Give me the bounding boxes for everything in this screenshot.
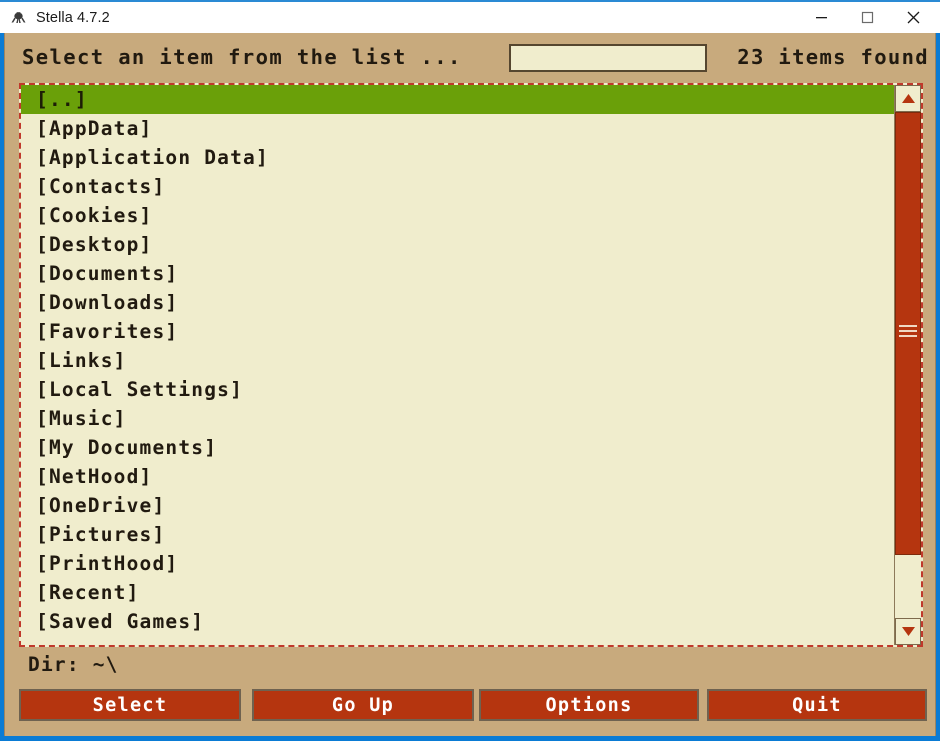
- list-item[interactable]: [Cookies]: [21, 201, 898, 230]
- triangle-down-icon[interactable]: [895, 618, 921, 645]
- file-list[interactable]: [..] [AppData] [Application Data] [Contacts…: [19, 83, 923, 647]
- window-title: Stella 4.7.2: [36, 9, 110, 26]
- minimize-icon[interactable]: [798, 2, 844, 33]
- list-item[interactable]: [PrintHood]: [21, 549, 898, 578]
- list-item-label: [Links]: [36, 349, 127, 372]
- list-item[interactable]: [AppData]: [21, 114, 898, 143]
- list-item-label: [Cookies]: [36, 204, 153, 227]
- list-item-label: [Saved Games]: [36, 610, 205, 633]
- list-item-label: [Recent]: [36, 581, 140, 604]
- list-item[interactable]: [Pictures]: [21, 520, 898, 549]
- list-item-label: [OneDrive]: [36, 494, 166, 517]
- list-item-label: [Music]: [36, 407, 127, 430]
- list-item-label: [Documents]: [36, 262, 179, 285]
- list-item[interactable]: [..]: [21, 85, 898, 114]
- list-item-label: [Contacts]: [36, 175, 166, 198]
- list-item[interactable]: [Application Data]: [21, 143, 898, 172]
- list-item[interactable]: [Downloads]: [21, 288, 898, 317]
- close-icon[interactable]: [890, 2, 936, 33]
- maximize-icon[interactable]: [844, 2, 890, 33]
- list-item[interactable]: [Music]: [21, 404, 898, 433]
- scrollbar-thumb[interactable]: [895, 112, 921, 555]
- list-item-label: [Pictures]: [36, 523, 166, 546]
- stella-icon: [10, 9, 27, 26]
- list-item[interactable]: [Documents]: [21, 259, 898, 288]
- select-button[interactable]: Select: [19, 689, 241, 721]
- list-item[interactable]: [Saved Games]: [21, 607, 898, 636]
- options-button[interactable]: Options: [479, 689, 699, 721]
- list-item[interactable]: [Favorites]: [21, 317, 898, 346]
- list-item-label: [Favorites]: [36, 320, 179, 343]
- list-item-label: [..]: [36, 88, 88, 111]
- list-item-label: [AppData]: [36, 117, 153, 140]
- filter-input[interactable]: [509, 44, 707, 72]
- list-item[interactable]: [Links]: [21, 346, 898, 375]
- prompt-label: Select an item from the list ...: [22, 45, 462, 69]
- list-item[interactable]: [Contacts]: [21, 172, 898, 201]
- list-item-label: [Desktop]: [36, 233, 153, 256]
- window-controls: [798, 2, 936, 33]
- list-scrollbar[interactable]: [894, 85, 921, 645]
- list-item[interactable]: [OneDrive]: [21, 491, 898, 520]
- current-directory-label: Dir: ~\: [28, 653, 119, 676]
- dialog-header: Select an item from the list ... 23 item…: [5, 33, 937, 83]
- items-found-label: 23 items found: [737, 45, 929, 69]
- title-bar: Stella 4.7.2: [0, 0, 940, 33]
- triangle-up-icon[interactable]: [895, 85, 921, 112]
- stella-client-area: Select an item from the list ... 23 item…: [4, 33, 936, 736]
- file-list-rows: [..] [AppData] [Application Data] [Contacts…: [21, 85, 898, 645]
- quit-button[interactable]: Quit: [707, 689, 927, 721]
- list-item[interactable]: [Local Settings]: [21, 375, 898, 404]
- list-item-label: [Downloads]: [36, 291, 179, 314]
- list-item-label: [My Documents]: [36, 436, 218, 459]
- list-item[interactable]: [Recent]: [21, 578, 898, 607]
- list-item[interactable]: [My Documents]: [21, 433, 898, 462]
- go-up-button[interactable]: Go Up: [252, 689, 474, 721]
- application-window: Stella 4.7.2 Select an item from the lis…: [0, 0, 940, 741]
- list-item-label: [Local Settings]: [36, 378, 244, 401]
- button-bar: Select Go Up Options Quit: [5, 689, 937, 729]
- list-item-label: [Application Data]: [36, 146, 269, 169]
- list-item-label: [NetHood]: [36, 465, 153, 488]
- list-item[interactable]: [NetHood]: [21, 462, 898, 491]
- list-item-label: [PrintHood]: [36, 552, 179, 575]
- list-item[interactable]: [Desktop]: [21, 230, 898, 259]
